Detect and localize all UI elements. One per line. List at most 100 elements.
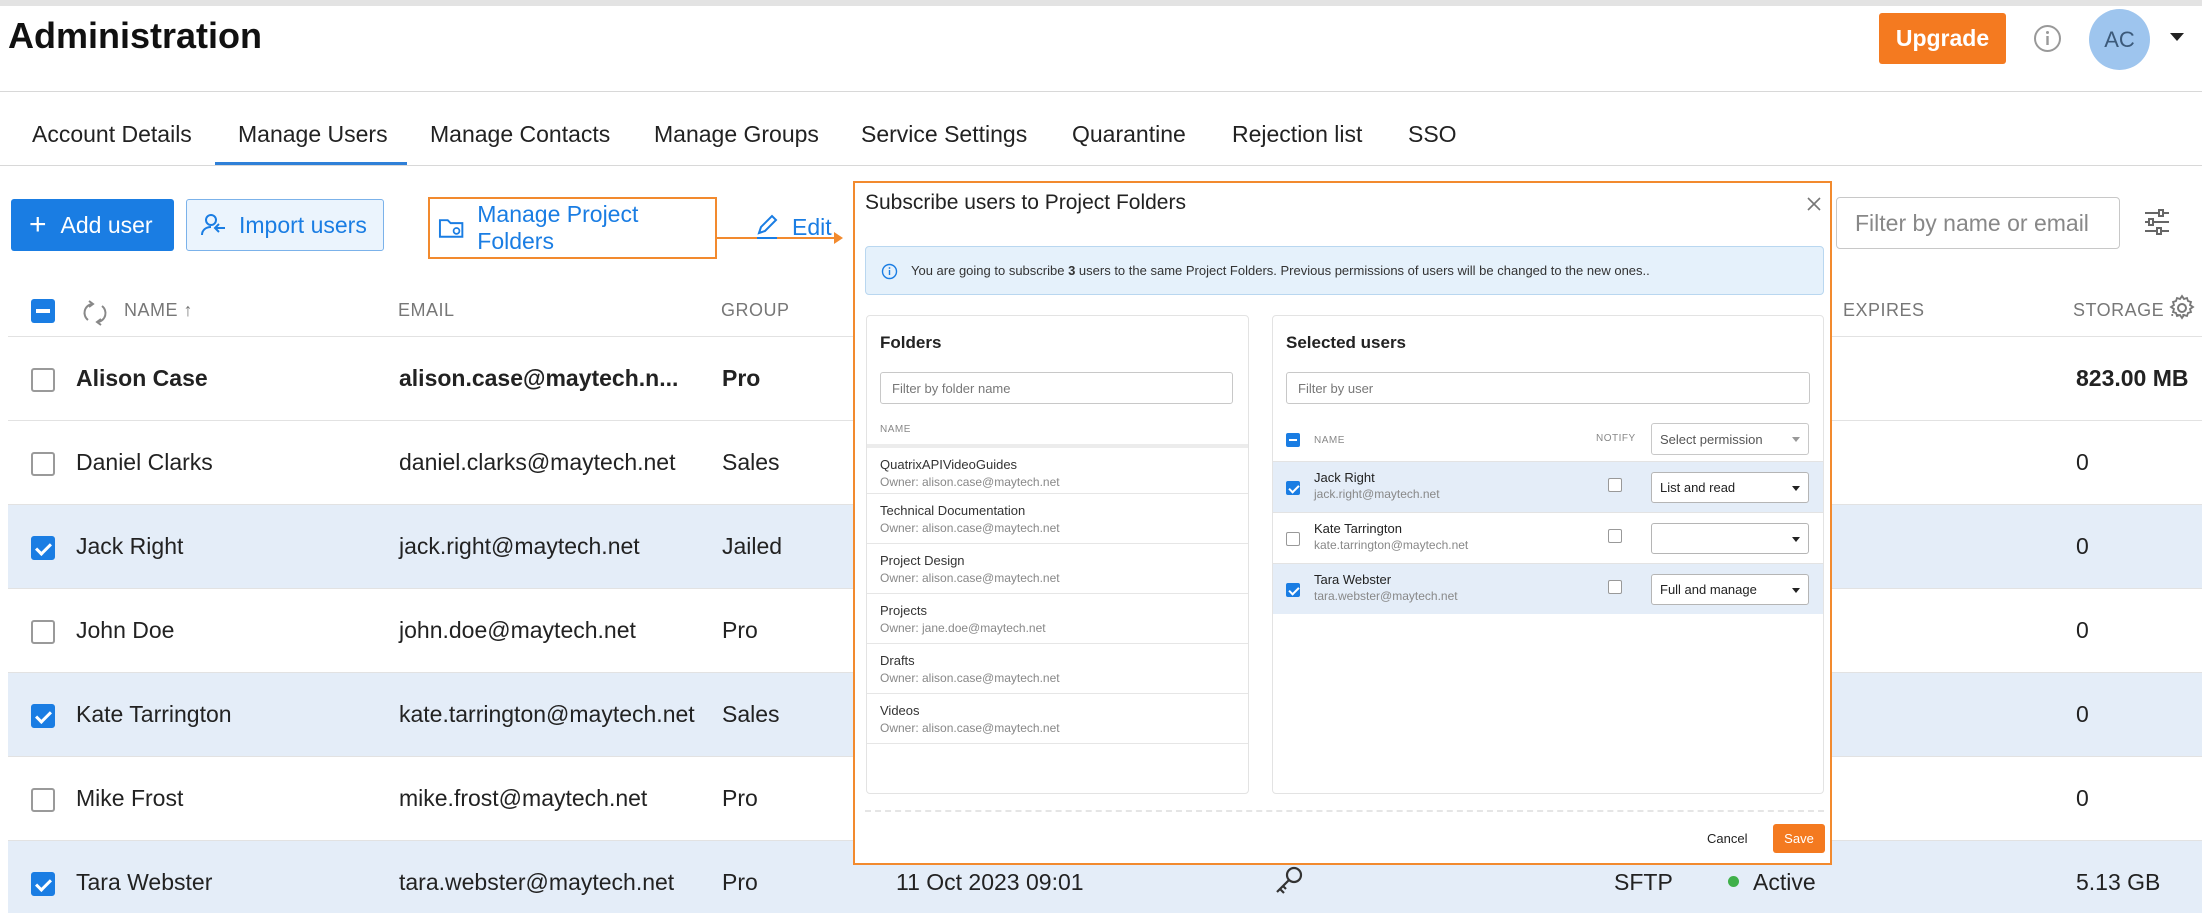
user-group: Pro xyxy=(722,785,758,811)
folder-name: Projects xyxy=(880,603,927,618)
chevron-down-icon xyxy=(1792,437,1800,442)
folder-item[interactable]: Technical Documentation Owner: alison.cas… xyxy=(867,494,1248,544)
pencil-icon xyxy=(757,214,778,239)
tab-manage-groups[interactable]: Manage Groups xyxy=(654,121,819,148)
manage-project-folders-label: Manage Project Folders xyxy=(477,201,639,254)
user-email: tara.webster@maytech.net xyxy=(1314,589,1458,603)
column-header-email[interactable]: EMAIL xyxy=(398,300,455,321)
user-storage: 823.00 MB xyxy=(2076,365,2189,391)
import-user-icon xyxy=(201,214,225,236)
info-icon[interactable] xyxy=(2033,24,2062,53)
users-column-name: NAME xyxy=(1314,435,1345,446)
user-email: john.doe@maytech.net xyxy=(399,617,636,643)
folder-item[interactable]: Projects Owner: jane.doe@maytech.net xyxy=(867,594,1248,644)
column-header-group[interactable]: GROUP xyxy=(721,300,790,321)
column-header-name[interactable]: NAME ↑ xyxy=(124,300,193,321)
tab-service-settings[interactable]: Service Settings xyxy=(861,121,1027,148)
filter-users-input[interactable]: Filter by name or email xyxy=(1836,197,2120,249)
user-name: Mike Frost xyxy=(76,785,184,811)
row-checkbox[interactable] xyxy=(31,368,55,392)
folder-item[interactable]: Videos Owner: alison.case@maytech.net xyxy=(867,694,1248,744)
row-checkbox[interactable] xyxy=(31,788,55,812)
tab-manage-users[interactable]: Manage Users xyxy=(238,121,388,148)
status-dot-icon xyxy=(1728,876,1739,888)
row-checkbox[interactable] xyxy=(31,452,55,476)
notify-checkbox[interactable] xyxy=(1608,478,1622,492)
tab-manage-contacts[interactable]: Manage Contacts xyxy=(430,121,610,148)
row-checkbox[interactable] xyxy=(31,536,55,560)
folder-item[interactable]: Drafts Owner: alison.case@maytech.net xyxy=(867,644,1248,694)
gear-icon[interactable] xyxy=(2167,293,2197,323)
user-name: Alison Case xyxy=(76,365,208,391)
modal-title: Subscribe users to Project Folders xyxy=(865,191,1186,214)
manage-project-folders-button[interactable]: Manage Project Folders xyxy=(428,197,717,259)
users-column-notify: NOTIFY xyxy=(1596,433,1636,444)
permission-select[interactable] xyxy=(1651,523,1809,554)
folders-column-name: NAME xyxy=(880,424,911,435)
modal-footer-divider xyxy=(865,810,1824,812)
folder-search-input[interactable]: Filter by folder name xyxy=(880,372,1233,404)
tab-rejection-list[interactable]: Rejection list xyxy=(1232,121,1362,148)
upgrade-button[interactable]: Upgrade xyxy=(1879,13,2006,64)
callout-arrow-head xyxy=(834,232,843,244)
select-all-users-checkbox[interactable] xyxy=(1286,433,1300,447)
user-name: Jack Right xyxy=(76,533,184,559)
user-email: jack.right@maytech.net xyxy=(399,533,640,559)
info-text-prefix: You are going to subscribe xyxy=(911,263,1069,278)
info-text-suffix: users to the same Project Folders. Previ… xyxy=(1075,263,1650,278)
refresh-icon[interactable] xyxy=(80,298,110,328)
row-checkbox[interactable] xyxy=(31,620,55,644)
filter-settings-icon[interactable] xyxy=(2143,208,2171,236)
folder-owner: Owner: alison.case@maytech.net xyxy=(880,521,1060,535)
key-icon xyxy=(1276,866,1303,894)
cancel-button[interactable]: Cancel xyxy=(1707,831,1747,846)
folders-title: Folders xyxy=(880,333,942,352)
column-header-expires[interactable]: EXPIRES xyxy=(1843,300,1925,321)
tab-sso[interactable]: SSO xyxy=(1408,121,1457,148)
account-menu-chevron-icon[interactable] xyxy=(2170,33,2184,41)
user-email: kate.tarrington@maytech.net xyxy=(399,701,695,727)
notify-checkbox[interactable] xyxy=(1608,529,1622,543)
folder-item[interactable]: Project Design Owner: alison.case@maytech… xyxy=(867,544,1248,594)
select-all-checkbox[interactable] xyxy=(31,299,55,323)
folder-list: QuatrixAPIVideoGuides Owner: alison.case@… xyxy=(867,444,1248,744)
user-search-input[interactable]: Filter by user xyxy=(1286,372,1810,404)
edit-label: Edit xyxy=(792,213,832,240)
user-group: Sales xyxy=(722,449,780,475)
info-banner: You are going to subscribe 3 users to th… xyxy=(865,246,1824,295)
folder-owner: Owner: alison.case@maytech.net xyxy=(880,475,1060,489)
status-label: Active xyxy=(1753,869,1816,895)
user-name: Kate Tarrington xyxy=(1314,521,1402,536)
tab-quarantine[interactable]: Quarantine xyxy=(1072,121,1186,148)
user-checkbox[interactable] xyxy=(1286,481,1300,495)
add-user-button[interactable]: + Add user xyxy=(11,199,174,251)
user-storage: 0 xyxy=(2076,617,2089,643)
info-icon xyxy=(881,263,898,280)
folder-name: Technical Documentation xyxy=(880,503,1026,518)
edit-button[interactable]: Edit xyxy=(754,207,832,247)
user-email: alison.case@maytech.n... xyxy=(399,365,679,391)
user-name: Tara Webster xyxy=(76,869,213,895)
tab-account-details[interactable]: Account Details xyxy=(32,121,192,148)
row-checkbox[interactable] xyxy=(31,872,55,896)
tab-bar: Account Details Manage Users Manage Cont… xyxy=(0,92,2202,165)
import-users-button[interactable]: Import users xyxy=(186,199,384,251)
user-checkbox[interactable] xyxy=(1286,583,1300,597)
folder-name: Videos xyxy=(880,703,920,718)
user-checkbox[interactable] xyxy=(1286,532,1300,546)
save-button[interactable]: Save xyxy=(1773,824,1825,853)
selected-users-panel: Selected users Filter by user NAME NOTIF… xyxy=(1272,315,1824,794)
user-avatar[interactable]: AC xyxy=(2089,9,2150,70)
notify-checkbox[interactable] xyxy=(1608,580,1622,594)
close-icon[interactable] xyxy=(1805,195,1823,213)
bulk-permission-placeholder: Select permission xyxy=(1660,431,1763,447)
user-storage: 0 xyxy=(2076,785,2089,811)
folder-item[interactable]: QuatrixAPIVideoGuides Owner: alison.case@… xyxy=(867,444,1248,494)
bulk-permission-select[interactable]: Select permission xyxy=(1651,423,1809,455)
permission-select[interactable]: Full and manage xyxy=(1651,574,1809,605)
subscribe-modal: Subscribe users to Project Folders You a… xyxy=(853,181,1832,865)
folder-owner: Owner: jane.doe@maytech.net xyxy=(880,621,1046,635)
user-name: John Doe xyxy=(76,617,175,643)
row-checkbox[interactable] xyxy=(31,704,55,728)
folder-name: Project Design xyxy=(880,553,965,568)
